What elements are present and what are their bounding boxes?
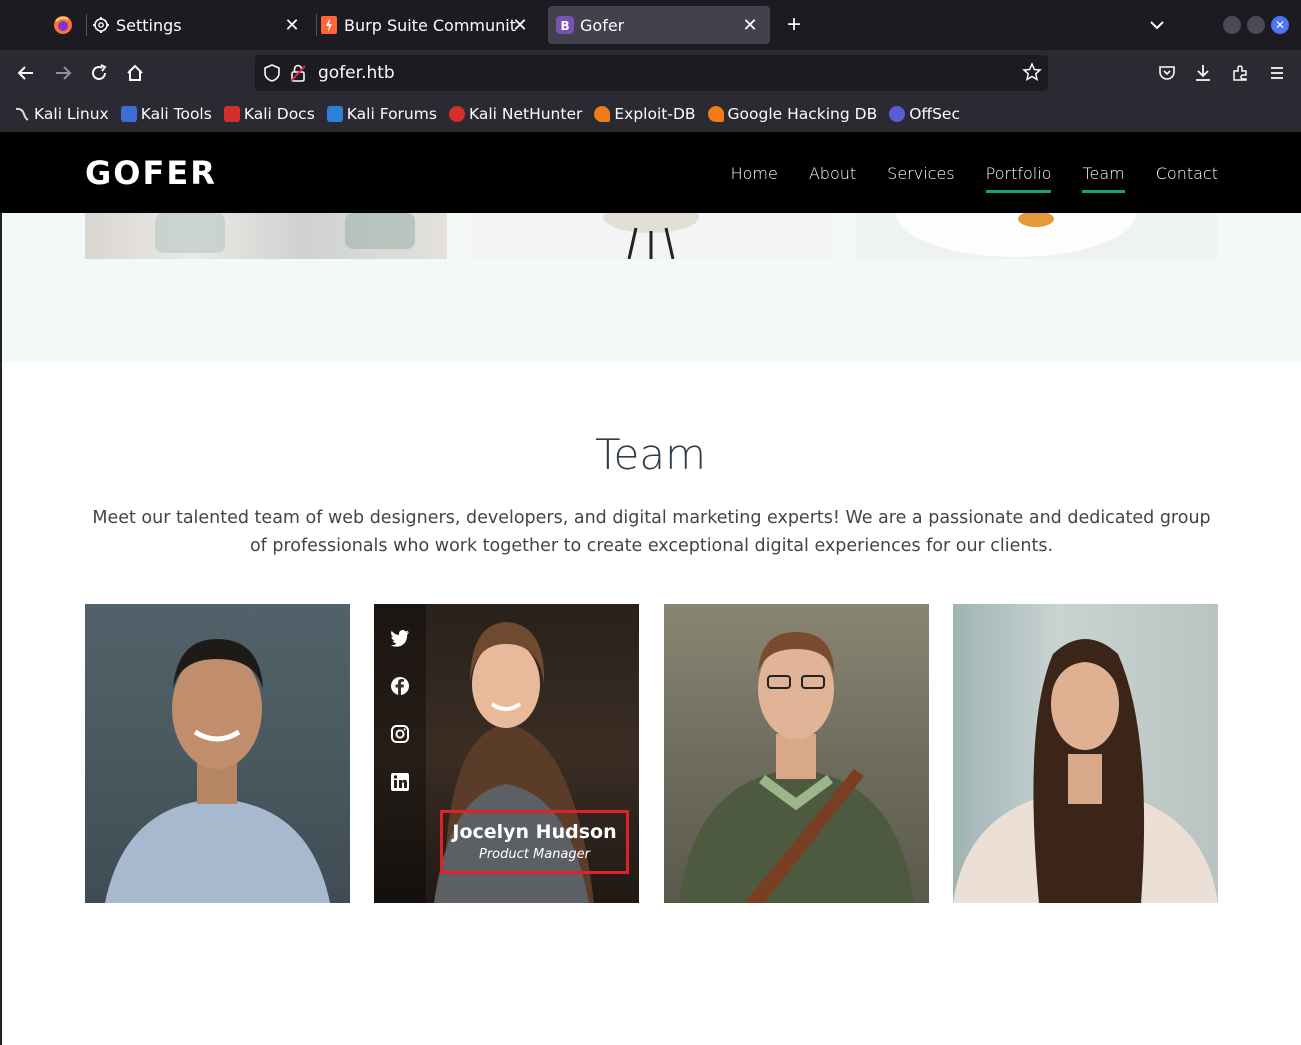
bootstrap-icon: B — [556, 16, 574, 34]
nav-portfolio[interactable]: Portfolio — [985, 164, 1051, 193]
minimize-button[interactable] — [1223, 16, 1241, 34]
bookmark-label: Kali NetHunter — [468, 105, 583, 123]
bookmark-label: OffSec — [909, 105, 960, 123]
reload-icon[interactable] — [88, 62, 110, 84]
tab-label: Settings — [116, 15, 182, 35]
team-member-card[interactable] — [664, 604, 929, 903]
site-logo[interactable]: GOFER — [85, 154, 217, 192]
member-role: Product Manager — [479, 847, 590, 862]
close-tab-icon[interactable]: ✕ — [510, 15, 530, 36]
portfolio-image[interactable] — [85, 213, 447, 259]
tab-burp-suite[interactable]: Burp Suite Community Ed ✕ — [320, 6, 540, 44]
pocket-icon[interactable] — [1156, 62, 1178, 84]
tab-label: Gofer — [580, 15, 625, 35]
nav-contact[interactable]: Contact — [1156, 164, 1218, 193]
bookmark-label: Exploit-DB — [614, 105, 696, 123]
back-icon[interactable] — [15, 62, 37, 84]
home-icon[interactable] — [124, 62, 146, 84]
kali-docs-icon — [223, 106, 240, 122]
team-description: Meet our talented team of web designers,… — [92, 508, 1211, 556]
twitter-icon[interactable] — [390, 628, 410, 648]
url-text[interactable]: gofer.htb — [318, 63, 395, 83]
bookmarks-toolbar: Kali Linux Kali Tools Kali Docs Kali For… — [0, 96, 1301, 132]
new-tab-button[interactable]: + — [780, 11, 808, 39]
bookmark-star-icon[interactable] — [1022, 62, 1042, 87]
offsec-icon — [889, 106, 906, 122]
bookmark-label: Kali Forums — [346, 105, 437, 123]
insecure-lock-icon[interactable] — [290, 63, 306, 88]
instagram-icon[interactable] — [390, 724, 410, 744]
close-window-button[interactable]: ✕ — [1271, 16, 1289, 34]
bookmark-kali-forums[interactable]: Kali Forums — [326, 105, 437, 123]
download-icon[interactable] — [1192, 62, 1214, 84]
url-bar[interactable]: gofer.htb — [255, 55, 1048, 91]
social-links-bar — [374, 604, 426, 903]
shield-icon[interactable] — [263, 63, 281, 88]
bookmark-kali-docs[interactable]: Kali Docs — [223, 105, 315, 123]
bookmark-exploit-db[interactable]: Exploit-DB — [594, 105, 696, 123]
nav-home[interactable]: Home — [731, 164, 778, 193]
tab-settings[interactable]: Settings ✕ — [92, 6, 312, 44]
tab-gofer[interactable]: B Gofer ✕ — [548, 6, 770, 44]
linkedin-icon[interactable] — [390, 772, 410, 792]
bookmark-offsec[interactable]: OffSec — [889, 105, 960, 123]
maximize-button[interactable] — [1247, 16, 1265, 34]
team-member-card[interactable] — [85, 604, 350, 903]
portfolio-image[interactable] — [856, 169, 1218, 259]
forward-icon[interactable] — [52, 62, 74, 84]
bookmark-label: Kali Docs — [243, 105, 315, 123]
nav-about[interactable]: About — [809, 164, 856, 193]
gear-icon — [92, 16, 110, 34]
svg-text:B: B — [561, 19, 570, 33]
nethunter-icon — [448, 106, 465, 122]
bookmark-label: Kali Tools — [140, 105, 212, 123]
bookmark-google-hacking-db[interactable]: Google Hacking DB — [707, 105, 878, 123]
facebook-icon[interactable] — [390, 676, 410, 696]
bookmark-label: Kali Linux — [34, 105, 109, 123]
page-edge — [0, 213, 2, 1045]
bookmark-kali-tools[interactable]: Kali Tools — [120, 105, 212, 123]
team-member-card[interactable] — [953, 604, 1218, 903]
member-name: Jocelyn Hudson — [452, 821, 617, 843]
close-tab-icon[interactable]: ✕ — [282, 15, 302, 36]
portfolio-section — [0, 169, 1301, 362]
bookmark-kali-nethunter[interactable]: Kali NetHunter — [448, 105, 583, 123]
bookmark-kali-linux[interactable]: Kali Linux — [14, 105, 109, 123]
close-tab-icon[interactable]: ✕ — [740, 15, 760, 36]
nav-services[interactable]: Services — [887, 164, 954, 193]
member-info-highlighted: Jocelyn Hudson Product Manager — [440, 810, 629, 874]
menu-icon[interactable] — [1266, 62, 1288, 84]
kali-dragon-icon — [14, 106, 30, 122]
team-title: Team — [594, 430, 706, 479]
portfolio-image[interactable] — [471, 201, 832, 260]
site-header: GOFER Home About Services Portfolio Team… — [0, 132, 1301, 213]
member-photo — [953, 639, 1218, 903]
bookmark-label: Google Hacking DB — [727, 105, 878, 123]
tab-strip: Settings ✕ Burp Suite Community Ed ✕ B G… — [0, 0, 1301, 50]
kali-tools-icon — [120, 106, 137, 122]
burp-icon — [320, 16, 338, 34]
extensions-icon[interactable] — [1229, 62, 1251, 84]
ghdb-icon — [707, 106, 724, 122]
navigation-toolbar: gofer.htb — [0, 50, 1301, 96]
nav-team[interactable]: Team — [1082, 164, 1126, 193]
member-photo — [105, 639, 330, 903]
chevron-down-icon[interactable] — [1146, 14, 1168, 36]
firefox-icon[interactable] — [52, 14, 74, 36]
kali-forums-icon — [326, 106, 343, 122]
site-nav: Home About Services Portfolio Team Conta… — [700, 164, 1218, 193]
member-photo — [679, 632, 914, 903]
exploit-db-icon — [594, 106, 611, 122]
tab-label: Burp Suite Community Ed — [344, 15, 516, 35]
team-member-card-jocelyn[interactable]: Jocelyn Hudson Product Manager — [374, 604, 639, 903]
